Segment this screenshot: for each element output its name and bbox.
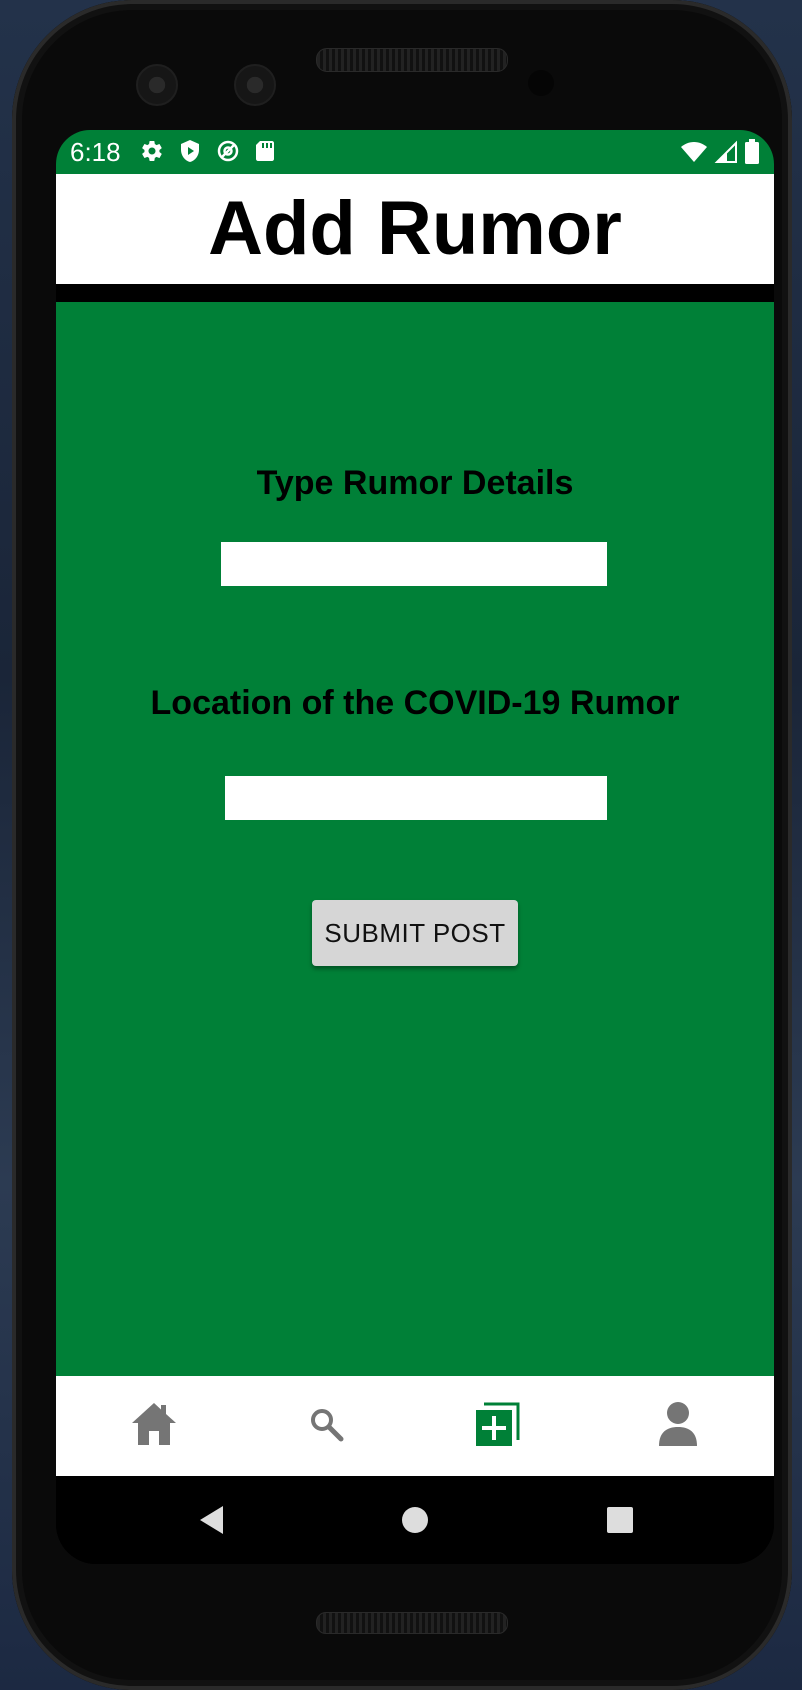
wifi-icon (680, 140, 708, 164)
status-notification-icons (140, 139, 276, 163)
earpiece-speaker (316, 48, 508, 72)
gear-icon (140, 139, 164, 163)
add-post-icon (474, 1400, 522, 1453)
system-back-button[interactable] (192, 1502, 232, 1542)
front-camera-secondary-icon (234, 64, 276, 106)
proximity-sensor (528, 70, 554, 96)
cell-signal-icon (714, 140, 738, 164)
rumor-details-label: Type Rumor Details (256, 464, 574, 502)
rumor-location-label: Location of the COVID-19 Rumor (150, 684, 680, 722)
system-navigation-bar (56, 1476, 774, 1564)
submit-post-button[interactable]: SUBMIT POST (312, 900, 518, 966)
add-rumor-form: Type Rumor Details Location of the COVID… (56, 302, 774, 1376)
sd-card-icon (254, 139, 276, 163)
front-camera-icon (136, 64, 178, 106)
nav-item-home[interactable] (104, 1376, 204, 1476)
header-divider (56, 284, 774, 302)
battery-icon (744, 139, 760, 165)
nav-item-profile[interactable] (628, 1376, 728, 1476)
nav-item-add-post[interactable] (448, 1376, 548, 1476)
system-home-button[interactable] (395, 1502, 435, 1542)
page-title: Add Rumor (208, 186, 622, 271)
profile-icon (657, 1400, 699, 1453)
device-screen: 6:18 Add Rumor Type Rumor Details Locati… (56, 130, 774, 1564)
recents-icon (606, 1506, 634, 1539)
bottom-speaker (316, 1612, 508, 1634)
search-icon (308, 1406, 344, 1447)
bottom-navigation (56, 1376, 774, 1476)
rumor-location-input[interactable] (225, 776, 607, 820)
phone-frame: 6:18 Add Rumor Type Rumor Details Locati… (12, 0, 792, 1690)
back-icon (197, 1504, 227, 1541)
nav-item-search[interactable] (276, 1376, 376, 1476)
status-bar: 6:18 (56, 130, 774, 174)
home-icon (130, 1401, 178, 1452)
rumor-details-input[interactable] (221, 542, 607, 586)
status-time: 6:18 (70, 137, 121, 167)
at-sync-icon (216, 139, 240, 163)
app-header: Add Rumor (56, 174, 774, 284)
shield-play-icon (178, 139, 202, 163)
home-circle-icon (400, 1505, 430, 1540)
status-system-icons (680, 139, 760, 165)
system-recents-button[interactable] (600, 1502, 640, 1542)
